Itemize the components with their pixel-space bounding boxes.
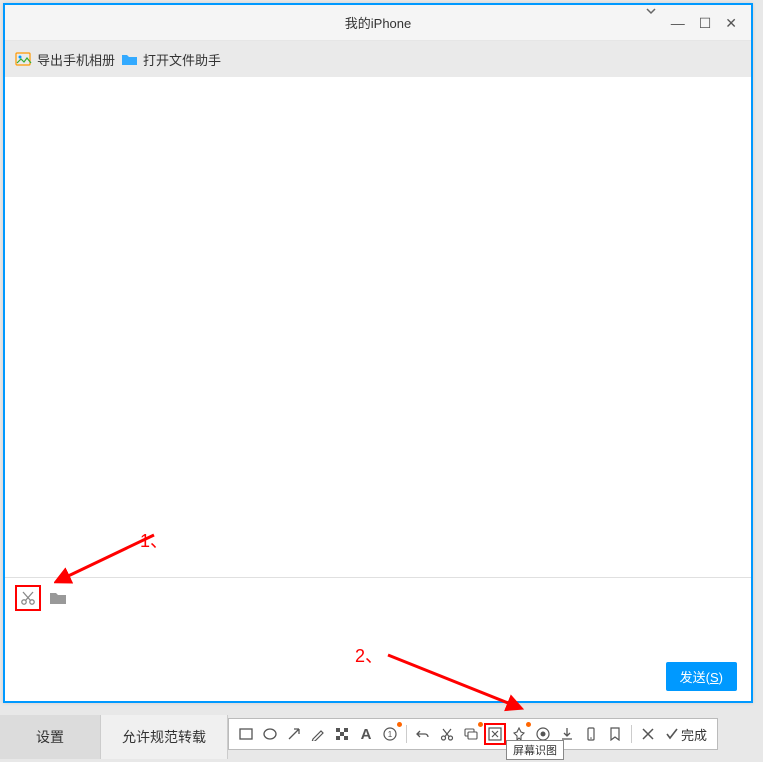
toolbar: 导出手机相册 打开文件助手 xyxy=(5,41,751,77)
app-window: 我的iPhone — ☐ ✕ 导出手机相册 打开文件助手 xyxy=(3,3,753,703)
done-button[interactable]: 完成 xyxy=(661,725,711,744)
allow-tab[interactable]: 允许规范转载 xyxy=(100,715,228,759)
tooltip: 屏幕识图 xyxy=(506,740,564,760)
close-icon[interactable]: ✕ xyxy=(725,5,737,41)
minimize-icon[interactable]: — xyxy=(671,5,685,41)
maximize-icon[interactable]: ☐ xyxy=(699,5,712,41)
annotation-label-1: 1、 xyxy=(140,527,168,553)
scissors-icon[interactable] xyxy=(20,590,36,606)
annotation-label-2: 2、 xyxy=(355,642,383,668)
export-album-label: 导出手机相册 xyxy=(37,50,115,69)
phone-icon[interactable] xyxy=(580,723,602,745)
send-button[interactable]: 发送(S) xyxy=(666,662,737,691)
window-title: 我的iPhone xyxy=(345,13,411,32)
cancel-icon[interactable] xyxy=(637,723,659,745)
dropdown-icon[interactable] xyxy=(645,5,657,41)
titlebar: 我的iPhone — ☐ ✕ xyxy=(5,5,751,41)
file-icon[interactable] xyxy=(49,590,67,606)
check-icon xyxy=(665,727,679,741)
number-tool-icon[interactable]: 1 xyxy=(379,723,401,745)
undo-icon[interactable] xyxy=(412,723,434,745)
open-file-helper-label: 打开文件助手 xyxy=(143,50,221,69)
send-area: 发送(S) xyxy=(666,662,737,691)
arrow-tool-icon[interactable] xyxy=(283,723,305,745)
content-area xyxy=(5,77,751,577)
screen-recognition-icon[interactable] xyxy=(484,723,506,745)
window-controls: — ☐ ✕ xyxy=(645,5,751,41)
pen-tool-icon[interactable] xyxy=(307,723,329,745)
cut-icon[interactable] xyxy=(436,723,458,745)
circle-tool-icon[interactable] xyxy=(259,723,281,745)
bookmark-icon[interactable] xyxy=(604,723,626,745)
input-toolbar xyxy=(5,578,751,618)
folder-icon xyxy=(121,50,139,68)
svg-text:1: 1 xyxy=(388,730,393,739)
settings-tab[interactable]: 设置 xyxy=(0,715,100,759)
screenshot-button-highlight xyxy=(15,585,41,611)
screenshot-toolbar: A 1 完成 xyxy=(228,718,718,750)
translate-icon[interactable] xyxy=(460,723,482,745)
separator xyxy=(406,725,407,743)
text-tool-icon[interactable]: A xyxy=(355,723,377,745)
mosaic-tool-icon[interactable] xyxy=(331,723,353,745)
open-file-helper-button[interactable]: 打开文件助手 xyxy=(121,50,221,69)
export-album-button[interactable]: 导出手机相册 xyxy=(15,50,115,69)
photo-export-icon xyxy=(15,50,33,68)
rectangle-tool-icon[interactable] xyxy=(235,723,257,745)
separator xyxy=(631,725,632,743)
